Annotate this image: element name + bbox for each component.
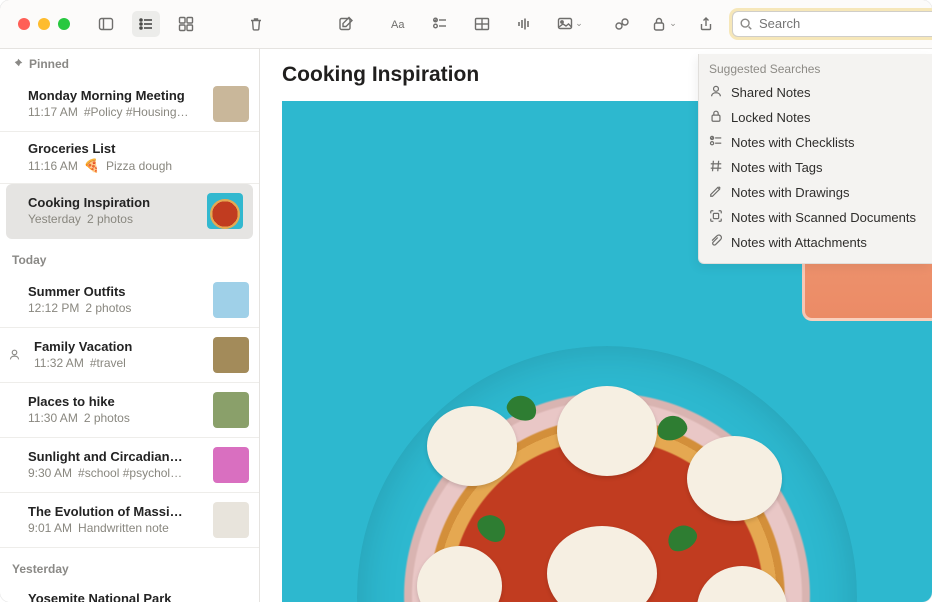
today-section-header: Today: [0, 239, 259, 273]
note-thumbnail: [213, 86, 249, 122]
suggestion-item[interactable]: Notes with Drawings: [699, 180, 932, 205]
note-list-item[interactable]: Places to hike 11:30 AM2 photos: [0, 383, 259, 438]
drawing-icon: [709, 184, 723, 201]
shared-icon: [6, 348, 22, 361]
note-content: Cooking Inspiration: [260, 49, 932, 602]
new-note-button[interactable]: [332, 11, 360, 37]
tag-icon: [709, 159, 723, 176]
note-meta: 11:32 AM#travel: [34, 356, 205, 370]
search-field[interactable]: [732, 11, 932, 37]
locked-icon: [709, 109, 723, 126]
checklist-button[interactable]: [426, 11, 454, 37]
toolbar-format-group: Aa ⌄: [360, 11, 588, 37]
toggle-sidebar-button[interactable]: [92, 11, 120, 37]
audio-button[interactable]: [510, 11, 538, 37]
note-list-item[interactable]: Sunlight and Circadian… 9:30 AM#school #p…: [0, 438, 259, 493]
search-icon: [739, 17, 753, 31]
note-list-item[interactable]: Groceries List 11:16 AM🍕 Pizza dough: [0, 132, 259, 184]
suggestions-header: Suggested Searches: [699, 60, 932, 80]
notes-list[interactable]: Pinned Monday Morning Meeting 11:17 AM#Po…: [0, 49, 260, 602]
close-window-button[interactable]: [18, 18, 30, 30]
window-controls: [0, 18, 70, 30]
note-thumbnail: [213, 502, 249, 538]
note-thumbnail: [213, 282, 249, 318]
media-button[interactable]: ⌄: [552, 11, 588, 37]
note-list-item[interactable]: Cooking Inspiration Yesterday2 photos: [6, 184, 253, 239]
search-suggestions-panel: Suggested Searches Shared Notes Locked No…: [698, 54, 932, 264]
section-label: Yesterday: [12, 562, 69, 576]
note-thumbnail: [213, 392, 249, 428]
note-meta: 11:30 AM2 photos: [28, 411, 205, 425]
maximize-window-button[interactable]: [58, 18, 70, 30]
note-item-title: Places to hike: [28, 394, 205, 409]
note-item-title: Monday Morning Meeting: [28, 88, 205, 103]
minimize-window-button[interactable]: [38, 18, 50, 30]
chevron-down-icon: ⌄: [669, 18, 677, 29]
note-list-item[interactable]: The Evolution of Massi… 9:01 AMHandwritte…: [0, 493, 259, 548]
list-view-button[interactable]: [132, 11, 160, 37]
lock-button[interactable]: ⌄: [648, 11, 680, 37]
section-label: Pinned: [29, 57, 69, 71]
svg-text:Aa: Aa: [391, 19, 405, 31]
suggestion-item[interactable]: Notes with Checklists: [699, 130, 932, 155]
search-input[interactable]: [759, 16, 932, 31]
note-list-item[interactable]: Yosemite National Park: [0, 582, 259, 602]
suggestion-item[interactable]: Notes with Attachments: [699, 230, 932, 255]
scan-icon: [709, 209, 723, 226]
suggestion-label: Notes with Checklists: [731, 135, 855, 150]
suggestion-item[interactable]: Shared Notes: [699, 80, 932, 105]
note-list-item[interactable]: Family Vacation 11:32 AM#travel: [0, 328, 259, 383]
note-item-title: The Evolution of Massi…: [28, 504, 205, 519]
section-label: Today: [12, 253, 46, 267]
suggestion-label: Notes with Attachments: [731, 235, 867, 250]
note-meta: 9:01 AMHandwritten note: [28, 521, 205, 535]
note-thumbnail: [213, 337, 249, 373]
note-meta: 9:30 AM#school #psychol…: [28, 466, 205, 480]
checklist-icon: [709, 134, 723, 151]
share-button[interactable]: [692, 11, 720, 37]
note-item-title: Groceries List: [28, 141, 249, 156]
suggestion-item[interactable]: Notes with Tags: [699, 155, 932, 180]
titlebar: Aa ⌄ ⌄: [0, 0, 932, 49]
note-item-title: Yosemite National Park: [28, 591, 249, 602]
shared-icon: [709, 84, 723, 101]
suggestion-item[interactable]: Notes with Scanned Documents: [699, 205, 932, 230]
pizza-icon: 🍕: [84, 158, 100, 174]
note-list-item[interactable]: Summer Outfits 12:12 PM2 photos: [0, 273, 259, 328]
suggestion-label: Notes with Drawings: [731, 185, 850, 200]
suggestion-label: Locked Notes: [731, 110, 811, 125]
notes-window: Aa ⌄ ⌄: [0, 0, 932, 602]
toolbar-view-group: [70, 11, 270, 37]
pin-icon: [12, 58, 23, 69]
note-meta: Yesterday2 photos: [28, 212, 199, 226]
note-meta: 11:17 AM#Policy #Housing…: [28, 105, 205, 119]
toolbar-edit-group: [292, 11, 360, 37]
note-thumbnail: [213, 447, 249, 483]
suggestion-label: Shared Notes: [731, 85, 811, 100]
note-item-title: Sunlight and Circadian…: [28, 449, 205, 464]
suggestion-label: Notes with Scanned Documents: [731, 210, 916, 225]
format-text-button[interactable]: Aa: [384, 11, 412, 37]
delete-note-button[interactable]: [242, 11, 270, 37]
gallery-view-button[interactable]: [172, 11, 200, 37]
chevron-down-icon: ⌄: [575, 18, 583, 29]
note-list-item[interactable]: Monday Morning Meeting 11:17 AM#Policy #H…: [0, 77, 259, 132]
note-item-title: Summer Outfits: [28, 284, 205, 299]
suggestion-label: Notes with Tags: [731, 160, 823, 175]
link-button[interactable]: [608, 11, 636, 37]
app-body: Pinned Monday Morning Meeting 11:17 AM#Po…: [0, 49, 932, 602]
note-meta: 12:12 PM2 photos: [28, 301, 205, 315]
note-item-title: Cooking Inspiration: [28, 195, 199, 210]
table-button[interactable]: [468, 11, 496, 37]
toolbar-right-group: ⌄: [588, 11, 932, 37]
attach-icon: [709, 234, 723, 251]
yesterday-section-header: Yesterday: [0, 548, 259, 582]
note-item-title: Family Vacation: [34, 339, 205, 354]
suggestion-item[interactable]: Locked Notes: [699, 105, 932, 130]
pinned-section-header: Pinned: [0, 49, 259, 77]
note-meta: 11:16 AM🍕 Pizza dough: [28, 158, 249, 174]
